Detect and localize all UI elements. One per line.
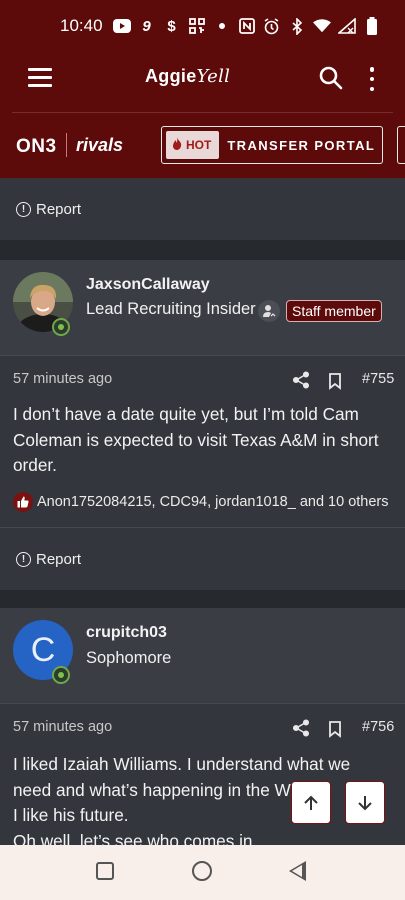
post-content: I don’t have a date quite yet, but I’m t…	[13, 404, 379, 475]
status-icons: 9 $	[112, 17, 381, 35]
reactions-summary[interactable]: Anon1752084215, CDC94, jordan1018_ and 1…	[13, 492, 389, 512]
post-number-link[interactable]: #755	[362, 371, 394, 387]
bookmark-icon[interactable]	[327, 372, 345, 390]
thumbs-up-icon	[13, 492, 33, 512]
reactions-users: Anon1752084215, CDC94, jordan1018_ and 1…	[37, 494, 389, 510]
menu-icon[interactable]	[28, 68, 52, 88]
hot-badge: HOT	[166, 131, 220, 159]
dollar-icon: $	[167, 17, 176, 35]
brand-script: Yell	[196, 66, 231, 87]
post-body: 57 minutes ago #756 I liked Izaiah Willi…	[0, 704, 405, 845]
app-bar: AggieYell	[0, 52, 405, 108]
next-nav-button-partial[interactable]	[397, 126, 405, 164]
signal-icon	[337, 18, 356, 34]
system-nav-bar	[0, 845, 405, 900]
post-body: 57 minutes ago #755 I don’t have a date …	[0, 356, 405, 528]
network-separator	[66, 133, 67, 157]
youtube-icon	[112, 18, 131, 34]
post-number-link[interactable]: #756	[362, 719, 394, 735]
post-author-block: C crupitch03 Sophomore	[0, 608, 405, 704]
arrow-up-icon	[304, 795, 318, 810]
scroll-up-button[interactable]	[291, 781, 331, 824]
report-icon: !	[16, 551, 31, 567]
bluetooth-icon	[288, 17, 306, 35]
hot-label: HOT	[186, 138, 212, 152]
content-line: need and what’s happening in the Wonl	[13, 778, 393, 804]
content-line: I liked Izaiah Williams. I understand wh…	[13, 754, 351, 774]
flame-icon	[172, 137, 182, 153]
online-status-icon	[52, 318, 70, 336]
user-title: Sophomore	[86, 649, 172, 667]
grid-icon	[188, 18, 206, 34]
rivals-logo[interactable]: rivals	[76, 135, 123, 156]
content-line: Oh well, let’s see who comes in	[13, 830, 253, 846]
app-9-icon: 9	[142, 17, 151, 35]
search-icon[interactable]	[318, 65, 344, 91]
back-icon[interactable]	[289, 861, 306, 881]
content-line: I like his future.	[13, 805, 129, 825]
post-content: I liked Izaiah Williams. I understand wh…	[13, 752, 393, 845]
site-logo[interactable]: AggieYell	[145, 66, 230, 87]
arrow-down-icon	[358, 795, 372, 810]
report-link[interactable]: ! Report	[0, 178, 405, 240]
avatar-letter: C	[30, 630, 56, 669]
post-gap	[0, 590, 405, 608]
report-icon: !	[16, 201, 31, 217]
dot-icon	[213, 18, 231, 34]
nfc-icon	[238, 18, 256, 34]
alarm-icon	[263, 17, 281, 34]
post-gap	[0, 240, 405, 260]
post-username[interactable]: JaxsonCallaway	[86, 276, 210, 294]
more-options-icon[interactable]	[368, 67, 376, 91]
status-bar: 10:40 9 $	[0, 0, 405, 52]
battery-icon	[363, 17, 381, 35]
user-title: Lead Recruiting Insider	[86, 300, 256, 318]
verified-user-icon	[258, 300, 280, 322]
post-time[interactable]: 57 minutes ago	[13, 371, 112, 387]
home-icon[interactable]	[192, 861, 212, 881]
recents-icon[interactable]	[96, 862, 114, 880]
staff-member-badge[interactable]: Staff member	[286, 300, 382, 322]
brand-bold: Aggie	[145, 66, 197, 86]
post-author-block: JaxsonCallaway Lead Recruiting Insider S…	[0, 260, 405, 356]
scroll-down-button[interactable]	[345, 781, 385, 824]
share-icon[interactable]	[292, 719, 310, 737]
wifi-icon	[312, 18, 331, 34]
bookmark-icon[interactable]	[327, 720, 345, 738]
post-time[interactable]: 57 minutes ago	[13, 719, 112, 735]
report-label: Report	[36, 200, 82, 218]
status-time: 10:40	[60, 16, 103, 35]
transfer-portal-label: TRANSFER PORTAL	[227, 137, 376, 153]
on3-logo[interactable]: ON3	[16, 136, 57, 158]
header-divider	[12, 112, 393, 113]
top-bar: 10:40 9 $ AggieYell ON3 rivals HOT TRANS…	[0, 0, 405, 178]
share-icon[interactable]	[292, 371, 310, 389]
transfer-portal-button[interactable]: HOT TRANSFER PORTAL	[161, 126, 383, 164]
report-link[interactable]: ! Report	[0, 528, 405, 590]
post-username[interactable]: crupitch03	[86, 624, 167, 642]
content-line-part: need and what’s happening in the W	[13, 779, 291, 800]
online-status-icon	[52, 666, 70, 684]
report-label: Report	[36, 550, 82, 568]
